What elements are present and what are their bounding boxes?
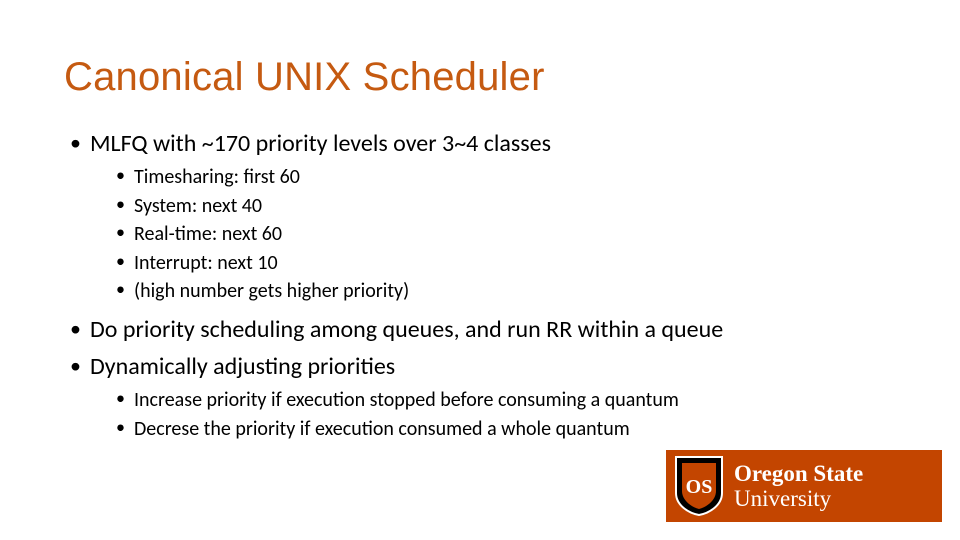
sub-bullet-item: Real-time: next 60 — [116, 221, 896, 247]
sub-bullet-text: Real-time: next 60 — [134, 222, 282, 246]
sub-bullet-text: (high number gets higher priority) — [134, 279, 409, 303]
sub-bullet-item: Interrupt: next 10 — [116, 250, 896, 276]
sub-bullet-text: Timesharing: first 60 — [134, 165, 300, 189]
sub-bullet-text: Increase priority if execution stopped b… — [134, 388, 679, 412]
bullet-item: Dynamically adjusting priorities Increas… — [70, 351, 896, 442]
bullet-item: MLFQ with ~170 priority levels over 3~4 … — [70, 128, 896, 304]
bullet-text: Dynamically adjusting priorities — [90, 352, 395, 381]
bullet-item: Do priority scheduling among queues, and… — [70, 314, 896, 346]
slide-title: Canonical UNIX Scheduler — [64, 55, 896, 100]
sub-bullet-item: Timesharing: first 60 — [116, 164, 896, 190]
sub-list: Increase priority if execution stopped b… — [116, 387, 896, 442]
sub-list: Timesharing: first 60 System: next 40 Re… — [116, 164, 896, 304]
slide: Canonical UNIX Scheduler MLFQ with ~170 … — [0, 0, 960, 540]
sub-bullet-item: Decrese the priority if execution consum… — [116, 416, 896, 442]
sub-bullet-item: System: next 40 — [116, 193, 896, 219]
bullet-text: Do priority scheduling among queues, and… — [90, 315, 723, 344]
content-list: MLFQ with ~170 priority levels over 3~4 … — [70, 128, 896, 442]
sub-bullet-text: Decrese the priority if execution consum… — [134, 417, 630, 441]
logo-line-2: University — [734, 487, 863, 510]
bullet-text: MLFQ with ~170 priority levels over 3~4 … — [90, 129, 551, 158]
sub-bullet-text: Interrupt: next 10 — [134, 251, 278, 275]
sub-bullet-text: System: next 40 — [134, 194, 262, 218]
logo-line-1: Oregon State — [734, 462, 863, 485]
logo-text: Oregon State University — [734, 462, 863, 510]
sub-bullet-item: (high number gets higher priority) — [116, 278, 896, 304]
shield-icon: OS — [672, 455, 726, 517]
sub-bullet-item: Increase priority if execution stopped b… — [116, 387, 896, 413]
svg-text:OS: OS — [686, 476, 713, 498]
university-logo: OS Oregon State University — [666, 450, 942, 522]
